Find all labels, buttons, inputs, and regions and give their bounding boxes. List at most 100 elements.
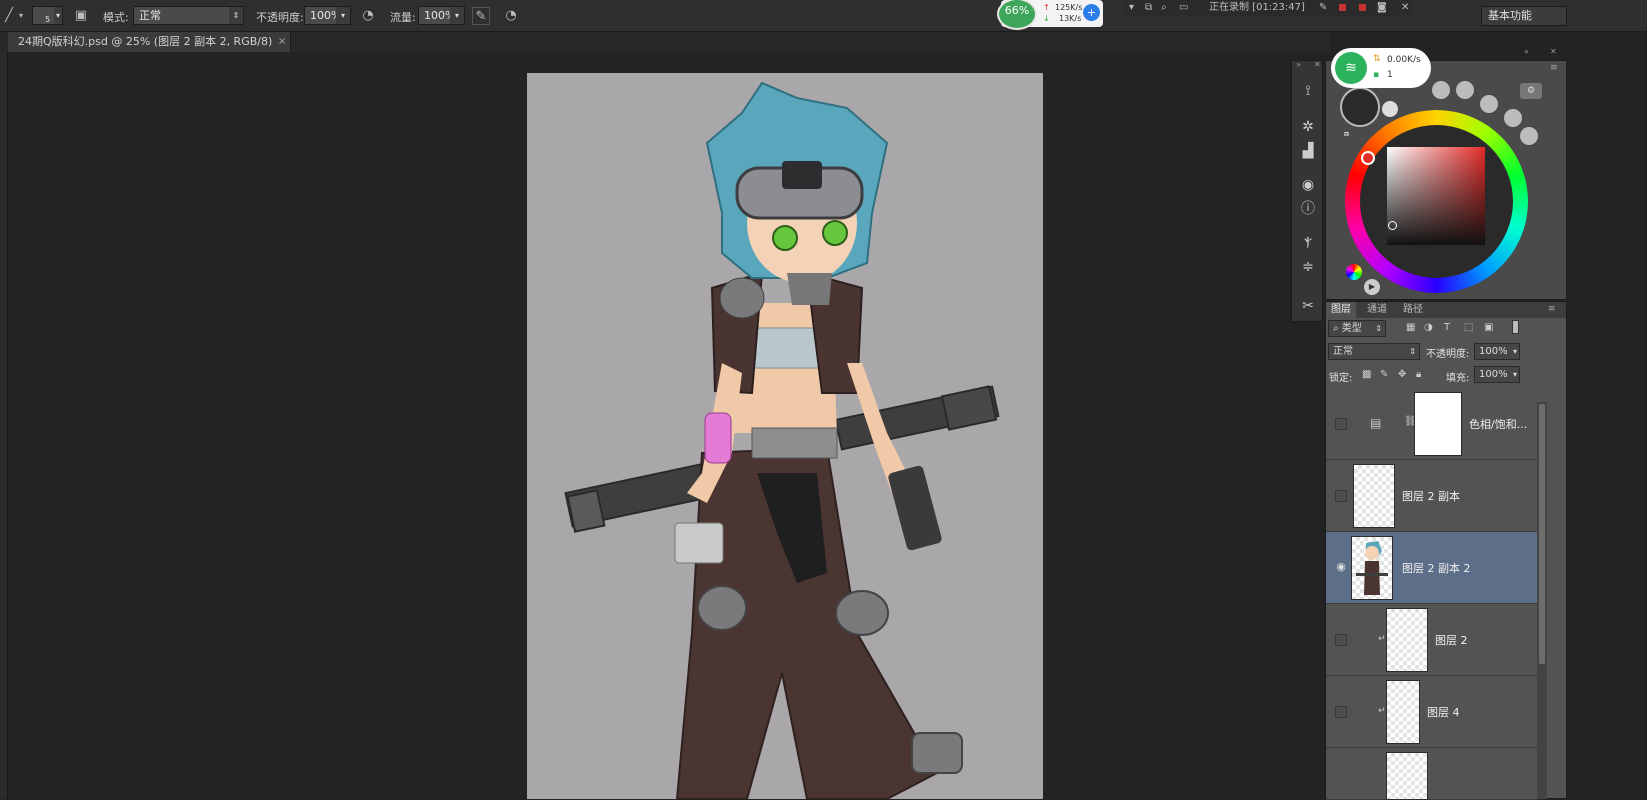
opacity-label: 不透明度:	[256, 11, 304, 24]
layers-scrollbar-thumb[interactable]	[1539, 404, 1545, 664]
pistol	[888, 465, 942, 551]
collapse-icon[interactable]: »	[1524, 47, 1529, 56]
window-icon[interactable]: ⧉	[1145, 0, 1152, 16]
chevron-down-icon[interactable]: ▾	[1129, 0, 1134, 16]
foreground-color-swatch[interactable]	[1340, 87, 1380, 127]
workspace-select[interactable]: 基本功能	[1481, 6, 1567, 26]
visibility-toggle[interactable]	[1335, 706, 1347, 718]
pressure-opacity-icon[interactable]: ◔	[359, 7, 377, 25]
adjustments-icon[interactable]: ≑	[1297, 257, 1319, 277]
chevron-down-icon: ⇕	[229, 7, 243, 24]
brush-preset-icon[interactable]	[1504, 109, 1522, 127]
visibility-toggle[interactable]	[1335, 490, 1347, 502]
color-picker-handle[interactable]	[1388, 221, 1397, 230]
tab-paths[interactable]: 路径	[1398, 302, 1428, 318]
character-thumbnail	[1356, 541, 1388, 595]
wifi-widget[interactable]: ≋ ⇅ 0.00K/s ▪ 1	[1331, 48, 1431, 88]
character-artwork	[564, 81, 1000, 799]
stop-icon[interactable]	[1339, 4, 1346, 11]
fill-field[interactable]: 100% ▾	[1474, 366, 1520, 383]
pen-icon[interactable]: ✎	[1319, 0, 1327, 16]
zoom-icon[interactable]: ⌕	[1161, 0, 1167, 16]
color-mode-icon[interactable]	[1346, 264, 1362, 280]
opacity-field[interactable]: 100% ▾	[304, 6, 351, 25]
lock-transparent-icon[interactable]: ▩	[1362, 369, 1371, 380]
lock-all-icon[interactable]: 🔒︎	[1416, 369, 1421, 380]
settings-gear-icon[interactable]: ⚙	[1520, 83, 1542, 99]
chevron-down-icon: ⇕	[1375, 324, 1382, 333]
smart-object-filter-icon[interactable]: ▣	[1484, 322, 1493, 333]
layer-row[interactable]: ↵ 图层 4	[1326, 676, 1538, 748]
layer-opacity-field[interactable]: 100% ▾	[1474, 343, 1520, 360]
document-canvas[interactable]	[527, 73, 1043, 799]
brushes-icon[interactable]: ⲯ	[1297, 231, 1319, 251]
layer-thumbnail	[1351, 536, 1393, 600]
tool-preset-dropdown-icon[interactable]: ▾	[12, 7, 30, 25]
layer-row[interactable]: ▤ ⛓︎ 色相/饱和...	[1326, 388, 1538, 460]
brush-panel-toggle-icon[interactable]: ▣	[72, 7, 90, 25]
search-icon: ⌕	[1333, 323, 1342, 334]
brush-preset-icon[interactable]	[1432, 81, 1450, 99]
chevron-down-icon: ▾	[1512, 370, 1517, 379]
layer-row-selected[interactable]: ◉ 图层 2 副本 2	[1326, 532, 1538, 604]
brush-preset-icon[interactable]	[1456, 81, 1474, 99]
adjustment-filter-icon[interactable]: ◑	[1424, 322, 1433, 333]
collapse-icon[interactable]: »	[1296, 60, 1301, 69]
panel-menu-icon[interactable]: ≡	[1548, 304, 1556, 314]
play-icon[interactable]: ▶	[1364, 279, 1380, 295]
record-icon[interactable]	[1359, 4, 1366, 11]
panel-menu-icon[interactable]: ≡	[1550, 63, 1558, 73]
layer-mask-thumbnail	[1414, 392, 1462, 456]
close-icon[interactable]: ✕	[1550, 47, 1557, 56]
eye-icon[interactable]: ◉	[1335, 561, 1347, 574]
flow-field[interactable]: 100% ▾	[418, 6, 465, 25]
accelerate-button[interactable]: +	[1083, 4, 1100, 21]
history-icon[interactable]: ⟟	[1297, 81, 1319, 101]
fill-label: 填充:	[1446, 373, 1470, 384]
brush-size-picker[interactable]: 5 ▾	[32, 6, 63, 25]
pressure-size-icon[interactable]: ◔	[502, 7, 520, 25]
region-icon[interactable]: ▭	[1179, 0, 1188, 16]
mode-select[interactable]: 正常 ⇕	[133, 6, 244, 25]
layer-filter-select[interactable]: ⌕ 类型 ⇕	[1328, 320, 1386, 337]
traffic-icon: ⇅	[1373, 54, 1381, 64]
visibility-toggle[interactable]	[1335, 418, 1347, 430]
pixel-layer-filter-icon[interactable]: ▦	[1406, 322, 1415, 333]
lock-pixels-icon[interactable]: ✎	[1380, 369, 1388, 380]
brush-preset-icon[interactable]	[1520, 127, 1538, 145]
upload-speed: 125K/s	[1055, 3, 1083, 12]
filter-toggle[interactable]	[1512, 320, 1519, 334]
lock-position-icon[interactable]: ✥	[1398, 369, 1406, 380]
tools-presets-icon[interactable]: ✂	[1297, 296, 1319, 316]
visibility-toggle[interactable]	[1335, 634, 1347, 646]
styles-icon[interactable]: ◉	[1297, 175, 1319, 195]
close-icon[interactable]: ✕	[1314, 60, 1321, 69]
shoulder-pad	[719, 277, 765, 319]
brush-preset-icon[interactable]	[1480, 95, 1498, 113]
background-color-swatch[interactable]	[1382, 101, 1398, 117]
layer-row[interactable]	[1326, 748, 1538, 800]
brush-size-value: 5	[44, 15, 51, 24]
layer-thumbnail	[1353, 464, 1395, 528]
tab-layers[interactable]: 图层	[1326, 302, 1356, 318]
spray-can	[704, 412, 732, 464]
navigator-icon[interactable]: ✲	[1297, 117, 1319, 137]
hue-handle[interactable]	[1361, 151, 1375, 165]
type-filter-icon[interactable]: T	[1444, 322, 1450, 333]
blend-mode-select[interactable]: 正常 ⇕	[1328, 343, 1420, 360]
close-icon[interactable]: ×	[278, 32, 286, 52]
shape-filter-icon[interactable]: ⬚	[1464, 322, 1473, 333]
document-tab[interactable]: 24期Q版科幻.psd @ 25% (图层 2 副本 2, RGB/8) ×	[8, 32, 292, 52]
layer-row[interactable]: ↵ 图层 2	[1326, 604, 1538, 676]
camera-icon[interactable]: ◙	[1377, 0, 1387, 16]
swap-colors-icon[interactable]: ⧈	[1344, 129, 1349, 139]
document-title: 24期Q版科幻.psd @ 25% (图层 2 副本 2, RGB/8)	[18, 35, 273, 48]
clipping-mask-icon: ↵	[1378, 634, 1386, 644]
histogram-icon[interactable]: ▟	[1297, 141, 1319, 161]
tab-channels[interactable]: 通道	[1362, 302, 1392, 318]
airbrush-icon[interactable]: ✎	[472, 7, 490, 25]
info-icon[interactable]: ⓘ	[1297, 199, 1319, 219]
layer-row[interactable]: 图层 2 副本	[1326, 460, 1538, 532]
saturation-brightness-square[interactable]	[1387, 147, 1485, 245]
close-icon[interactable]: ✕	[1401, 0, 1409, 16]
